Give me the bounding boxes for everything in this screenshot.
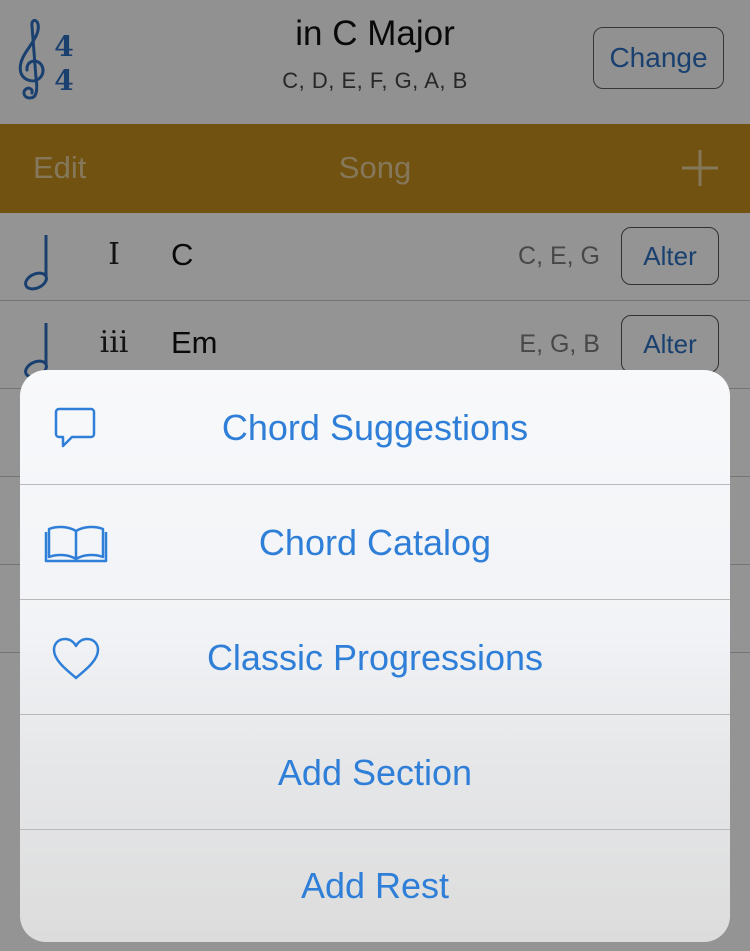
sheet-option-label: Add Section (277, 751, 473, 793)
chord-suggestions-option[interactable]: Chord Suggestions (20, 370, 730, 485)
action-sheet: Chord Suggestions Chord Catalog Classic … (20, 370, 730, 942)
sheet-option-label: Chord Suggestions (221, 406, 529, 448)
classic-progressions-option[interactable]: Classic Progressions (20, 600, 730, 715)
sheet-option-label: Chord Catalog (258, 521, 492, 563)
chord-catalog-option[interactable]: Chord Catalog (20, 485, 730, 600)
sheet-option-label: Add Rest (300, 865, 450, 906)
sheet-option-label: Classic Progressions (206, 636, 544, 678)
add-rest-option[interactable]: Add Rest (20, 830, 730, 942)
add-section-option[interactable]: Add Section (20, 715, 730, 830)
